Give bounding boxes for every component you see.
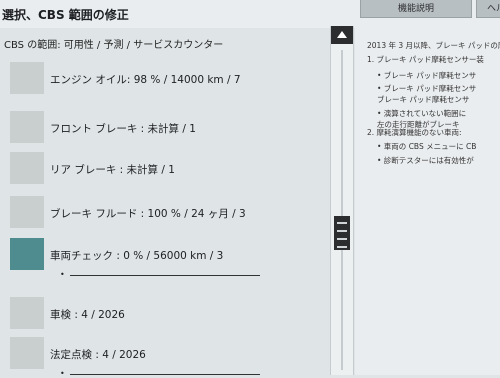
info-line: 1. ブレーキ パッド摩耗センサー装 — [367, 55, 484, 64]
scroll-thumb[interactable] — [334, 216, 350, 250]
info-line: • 車両の CBS メニューに CB — [377, 142, 477, 151]
cbs-item-label: 車検 : 4 / 2026 — [50, 309, 125, 321]
info-line: • ブレーキ パッド摩耗センサ — [377, 84, 477, 93]
cbs-range-label: CBS の範囲: 可用性 / 予測 / サービスカウンター — [4, 40, 224, 51]
info-line: • ブレーキ パッド摩耗センサ — [377, 71, 477, 80]
help-button[interactable]: ヘル — [476, 0, 500, 18]
info-line: ブレーキ パッド摩耗センサ — [377, 95, 470, 104]
selection-box[interactable] — [10, 196, 44, 228]
cbs-item-label: エンジン オイル: 98 % / 14000 km / 7 — [50, 74, 241, 86]
title-bar: 選択、CBS 範囲の修正 機能説明 ヘル — [0, 0, 500, 28]
selection-box[interactable] — [10, 111, 44, 143]
cbs-item-engine-oil[interactable]: エンジン オイル: 98 % / 14000 km / 7 — [10, 62, 320, 102]
selection-box-selected[interactable] — [10, 238, 44, 270]
info-line: • 演算されていない範囲に — [377, 109, 467, 118]
cbs-item-label: 車両チェック : 0 % / 56000 km / 3 — [50, 250, 224, 262]
info-line: • 診断テスターには有効性が — [377, 156, 474, 165]
selection-box[interactable] — [10, 297, 44, 329]
info-panel: 2013 年 3 月以降、ブレーキ パッドの摩 1. ブレーキ パッド摩耗センサ… — [355, 26, 500, 375]
cbs-item-front-brake[interactable]: フロント ブレーキ : 未計算 / 1 — [10, 111, 320, 151]
bullet: • — [60, 369, 65, 378]
selection-box[interactable] — [10, 152, 44, 184]
cbs-item-inspection[interactable]: 車検 : 4 / 2026 — [10, 297, 320, 337]
scrollbar[interactable] — [330, 26, 354, 375]
cbs-item-vehicle-check[interactable]: 車両チェック : 0 % / 56000 km / 3 • — [10, 238, 320, 279]
selection-box[interactable] — [10, 337, 44, 369]
selection-box[interactable] — [10, 62, 44, 94]
page-title: 選択、CBS 範囲の修正 — [2, 8, 129, 22]
manual-button[interactable]: 機能説明 — [360, 0, 472, 18]
cbs-item-label: ブレーキ フルード : 100 % / 24 ヶ月 / 3 — [50, 208, 246, 220]
bullet: • — [60, 270, 65, 279]
scroll-track[interactable] — [341, 50, 343, 370]
info-line: 2013 年 3 月以降、ブレーキ パッドの摩 — [367, 41, 500, 50]
scroll-up-arrow-icon[interactable] — [331, 26, 353, 44]
cbs-item-label: 法定点検 : 4 / 2026 — [50, 349, 146, 361]
cbs-item-rear-brake[interactable]: リア ブレーキ : 未計算 / 1 — [10, 152, 320, 192]
cbs-item-label: フロント ブレーキ : 未計算 / 1 — [50, 123, 196, 135]
info-line: 2. 摩耗演算機能のない車両: — [367, 128, 462, 137]
divider — [70, 275, 260, 276]
cbs-item-brake-fluid[interactable]: ブレーキ フルード : 100 % / 24 ヶ月 / 3 — [10, 196, 320, 236]
cbs-item-legal-check[interactable]: 法定点検 : 4 / 2026 • — [10, 337, 320, 378]
cbs-item-label: リア ブレーキ : 未計算 / 1 — [50, 164, 175, 176]
